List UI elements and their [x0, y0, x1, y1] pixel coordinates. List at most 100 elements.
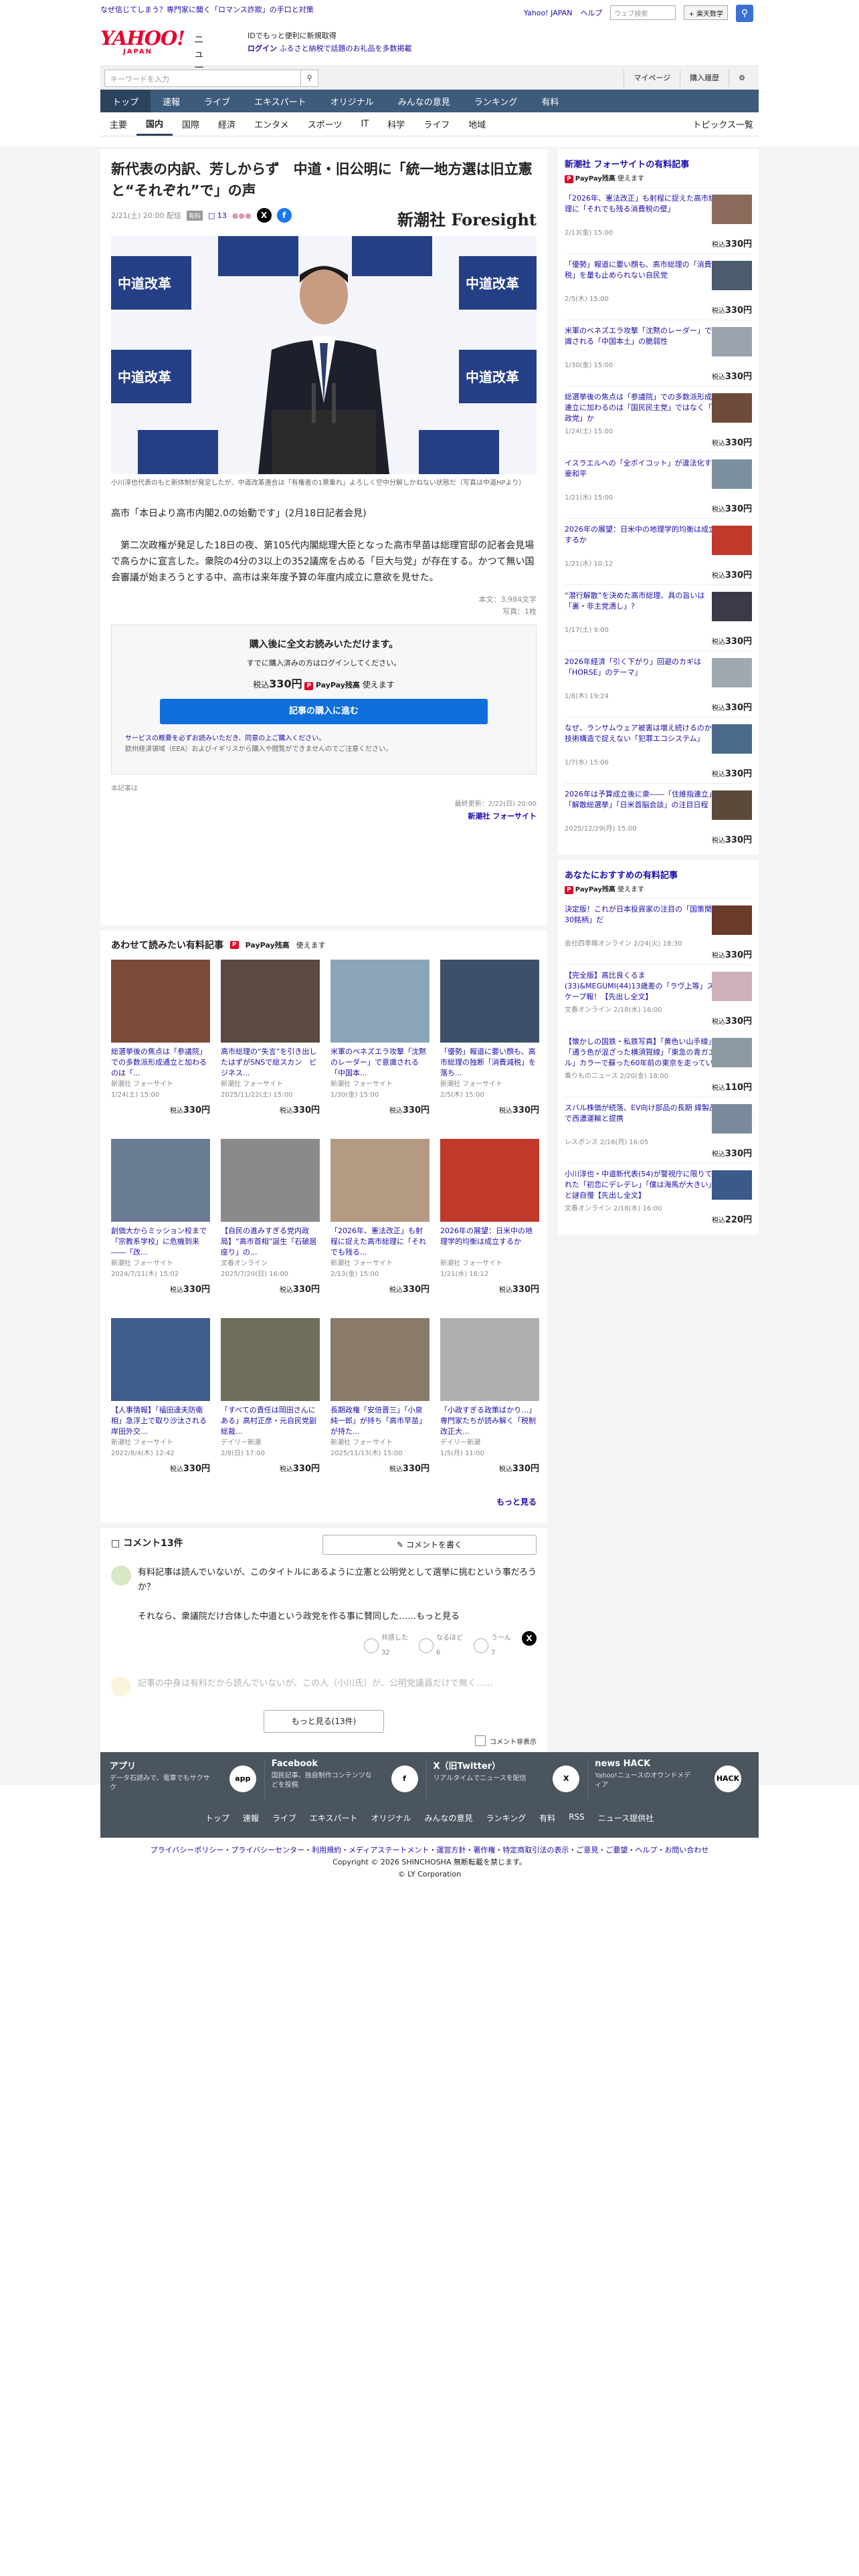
- app-link[interactable]: Facebook 国民記事、独自制作コンテンツなどを投稿 f: [272, 1759, 427, 1802]
- checkbox[interactable]: [475, 1735, 486, 1746]
- footer-nav-item[interactable]: エキスパート: [310, 1812, 358, 1824]
- sidebar-article[interactable]: スバル株価が続落、EV向け部品の長期 緯製品で西濃運輸と提携 レスポンス 2/1…: [565, 1097, 752, 1163]
- furusato-link[interactable]: ふるさと納税で話題のお礼品を多数掲載: [280, 44, 412, 53]
- subnav-it[interactable]: IT: [351, 112, 378, 136]
- related-thumbnail[interactable]: [111, 1139, 210, 1222]
- related-card[interactable]: 2026年の展望：日米中の地理学的均衡は成立するか 新潮社 フォーサイト 1/2…: [440, 1139, 539, 1311]
- footer-nav-item[interactable]: ライブ: [272, 1812, 296, 1824]
- comment-count-link[interactable]: □ 13: [208, 211, 227, 220]
- sidebar-article[interactable]: 「2026年、憲法改正」も射程に捉えた高市総理に「それでも残る消費税の壁」 2/…: [565, 187, 752, 253]
- nav-paid[interactable]: 有料: [529, 90, 571, 112]
- nav-breaking[interactable]: 速報: [151, 90, 192, 112]
- reaction-icons[interactable]: ●●●: [232, 211, 252, 220]
- facebook-share-icon[interactable]: f: [276, 208, 292, 223]
- sidebar-thumbnail[interactable]: [712, 261, 752, 290]
- react-hmm-button[interactable]: うーん 7: [474, 1631, 511, 1660]
- related-card-title[interactable]: 総選挙後の焦点は「参議院」での多数派形成通立と加わるのは「...: [111, 1047, 210, 1079]
- related-card-title[interactable]: 【自民の進みすぎる党内政局】“高市首相”誕生「石破居座り」の...: [221, 1226, 320, 1258]
- related-thumbnail[interactable]: [440, 1318, 539, 1401]
- sidebar-article[interactable]: 「優勢」報道に要い顔も、高市総理の「消費減税」を量も止められない自民党 2/5(…: [565, 253, 752, 320]
- sidebar-article-title[interactable]: 「優勢」報道に要い顔も、高市総理の「消費減税」を量も止められない自民党: [565, 259, 721, 292]
- legal-links[interactable]: プライバシーポリシー・プライバシーセンター・利用規約・メディアステートメント・運…: [100, 1844, 759, 1856]
- publisher-logo[interactable]: 新潮社 Foresight: [397, 207, 537, 230]
- related-card-title[interactable]: 米軍のベネズエラ攻撃「沈黙のレーダー」で意識される「中国本...: [330, 1047, 430, 1079]
- sidebar-thumbnail[interactable]: [712, 195, 752, 224]
- subnav-science[interactable]: 科学: [378, 112, 414, 136]
- search-icon[interactable]: ⚲: [736, 5, 753, 22]
- topics-list-link[interactable]: トピックス一覧: [683, 112, 759, 136]
- react-naruhodo-button[interactable]: なるほど 6: [419, 1631, 463, 1660]
- related-card-title[interactable]: 創価大からミッション校まで「宗教系学校」に危機到来――「改...: [111, 1226, 210, 1258]
- related-more-link[interactable]: もっと見る: [111, 1496, 537, 1507]
- sidebar-thumbnail[interactable]: [712, 393, 752, 423]
- sidebar-article[interactable]: なぜ、ランサムウェア被害は増え続けるのか 技術構造で捉えない「犯罪エコシステム」…: [565, 717, 752, 783]
- sidebar-article[interactable]: イスラエルへの「全ボイコット」が違法化する豪和平 1/21(水) 15:00 税…: [565, 452, 752, 518]
- x-share-icon[interactable]: X: [522, 1631, 537, 1646]
- search-icon[interactable]: ⚲: [300, 70, 318, 86]
- related-thumbnail[interactable]: [330, 960, 430, 1043]
- footer-nav-item[interactable]: ランキング: [486, 1812, 527, 1824]
- nav-original[interactable]: オリジナル: [318, 90, 386, 112]
- subnav-world[interactable]: 国際: [173, 112, 209, 136]
- footer-nav-item[interactable]: 有料: [539, 1812, 555, 1824]
- related-card-title[interactable]: 高市総理の“失言”を引き出したはずがSNSで総スカン ビジネス...: [221, 1047, 320, 1079]
- nav-top[interactable]: トップ: [100, 90, 151, 112]
- sidebar-article-title[interactable]: 小川淳也・中道新代表(54)が警視庁に限りてられた「初恋にデレデレ」「僕は海馬が…: [565, 1169, 721, 1201]
- nav-live[interactable]: ライブ: [192, 90, 242, 112]
- sidebar-thumbnail[interactable]: [712, 1104, 752, 1134]
- sidebar-article-title[interactable]: 【完全版】高比良くるま(33)&MEGUMI(44)13歳差の「ラヴ上等」スケー…: [565, 970, 721, 1002]
- related-card[interactable]: 「すべての責任は岡田さんにある」高村正彦・元自民党副総裁... デイリー新潮 2…: [221, 1318, 320, 1491]
- related-thumbnail[interactable]: [221, 1318, 320, 1401]
- nav-opinion[interactable]: みんなの意見: [386, 90, 462, 112]
- sidebar-article[interactable]: 小川淳也・中道新代表(54)が警視庁に限りてられた「初恋にデレデレ」「僕は海馬が…: [565, 1163, 752, 1229]
- web-search-input[interactable]: ウェブ検索: [610, 5, 676, 20]
- sidebar-section-title[interactable]: 新潮社 フォーサイトの有料記事: [565, 157, 752, 170]
- sidebar-thumbnail[interactable]: [712, 327, 752, 356]
- subnav-life[interactable]: ライフ: [414, 112, 459, 136]
- publisher-link[interactable]: 新潮社 フォーサイト: [111, 811, 537, 821]
- sidebar-thumbnail[interactable]: [712, 790, 752, 820]
- news-search-input[interactable]: キーワードを入力 ⚲: [104, 69, 318, 87]
- related-thumbnail[interactable]: [111, 960, 210, 1043]
- promo-id[interactable]: IDでもっと便利に新規取得: [248, 29, 412, 42]
- related-thumbnail[interactable]: [440, 1139, 539, 1222]
- related-card-title[interactable]: 「優勢」報道に要い顔も、高市総理の独断「消費減税」を落ち...: [440, 1047, 539, 1079]
- top-promo-link[interactable]: なぜ信じてしまう？専門家に聞く「ロマンス詐欺」の手口と対策: [100, 4, 314, 15]
- related-card[interactable]: 【自民の進みすぎる党内政局】“高市首相”誕生「石破居座り」の... 文春オンライ…: [221, 1139, 320, 1311]
- related-thumbnail[interactable]: [330, 1139, 430, 1222]
- related-card[interactable]: 「2026年、憲法改正」も射程に捉えた高市総理に「それでも残る... 新潮社 フ…: [330, 1139, 430, 1311]
- sidebar-thumbnail[interactable]: [712, 658, 752, 687]
- related-card[interactable]: 高市総理の“失言”を引き出したはずがSNSで総スカン ビジネス... 新潮社 フ…: [221, 960, 320, 1132]
- hide-comments-toggle[interactable]: コメント非表示: [475, 1735, 537, 1746]
- app-link[interactable]: X（旧Twitter） リアルタイムでニュースを配信 X: [434, 1759, 589, 1802]
- sidebar-article-title[interactable]: 2026年は予算成立後に衆――「住維指連立」「解散総選挙」「日米首脳会談」の注目…: [565, 789, 721, 821]
- related-card[interactable]: 総選挙後の焦点は「参議院」での多数派形成通立と加わるのは「... 新潮社 フォー…: [111, 960, 210, 1132]
- help-link[interactable]: ヘルプ: [580, 7, 602, 18]
- sidebar-article[interactable]: 2026年は予算成立後に衆――「住維指連立」「解散総選挙」「日米首脳会談」の注目…: [565, 783, 752, 849]
- sidebar-article[interactable]: 【完全版】高比良くるま(33)&MEGUMI(44)13歳差の「ラヴ上等」スケー…: [565, 964, 752, 1031]
- sidebar-article-title[interactable]: “潜行解散”を決めた高市総理、具の旨いは「裏・非主党潰し」?: [565, 591, 721, 623]
- footer-nav-item[interactable]: 速報: [243, 1812, 259, 1824]
- yahoo-logo[interactable]: YAHOO! JAPAN ニュース: [100, 28, 204, 88]
- sidebar-article[interactable]: 米軍のベネズエラ攻撃「沈黙のレーダー」で意識される「中国本土」の脆弱性 1/30…: [565, 320, 752, 386]
- sidebar-article-title[interactable]: スバル株価が続落、EV向け部品の長期 緯製品で西濃運輸と提携: [565, 1103, 721, 1135]
- sidebar-article-title[interactable]: 米軍のベネズエラ攻撃「沈黙のレーダー」で意識される「中国本土」の脆弱性: [565, 326, 721, 358]
- sidebar-article-title[interactable]: 2026年の展望：日米中の地理学的均衡は成立するか: [565, 524, 721, 556]
- react-empathy-button[interactable]: 共感した 32: [364, 1631, 408, 1660]
- sidebar-article[interactable]: 2026年の展望：日米中の地理学的均衡は成立するか 1/21(水) 10:12 …: [565, 518, 752, 584]
- app-link[interactable]: アプリ データ石読みで、電車でもサクサク app: [110, 1759, 265, 1802]
- related-card[interactable]: 米軍のベネズエラ攻撃「沈黙のレーダー」で意識される「中国本... 新潮社 フォー…: [330, 960, 430, 1132]
- sidebar-article-title[interactable]: 決定版！これが日本投資家の注目の「国策関連30銘柄」だ: [565, 904, 721, 936]
- subnav-main[interactable]: 主要: [100, 112, 136, 136]
- related-thumbnail[interactable]: [111, 1318, 210, 1401]
- paywall-login-note[interactable]: すでに購入済みの方はログインしてください。: [125, 657, 522, 668]
- write-comment-button[interactable]: ✎ コメントを書く: [322, 1535, 537, 1555]
- related-thumbnail[interactable]: [221, 960, 320, 1043]
- nav-ranking[interactable]: ランキング: [462, 90, 530, 112]
- sidebar-article[interactable]: “潜行解散”を決めた高市総理、具の旨いは「裏・非主党潰し」? 1/17(土) 9…: [565, 584, 752, 651]
- subnav-domestic[interactable]: 国内: [136, 112, 173, 136]
- app-link[interactable]: news HACK Yahoo!ニュースのオウンドメディア HACK: [595, 1759, 749, 1802]
- footer-nav-item[interactable]: RSS: [569, 1812, 585, 1824]
- subnav-local[interactable]: 地域: [459, 112, 495, 136]
- article-photo[interactable]: 中道改革 中道改革 中道改革 中道改革: [111, 236, 537, 474]
